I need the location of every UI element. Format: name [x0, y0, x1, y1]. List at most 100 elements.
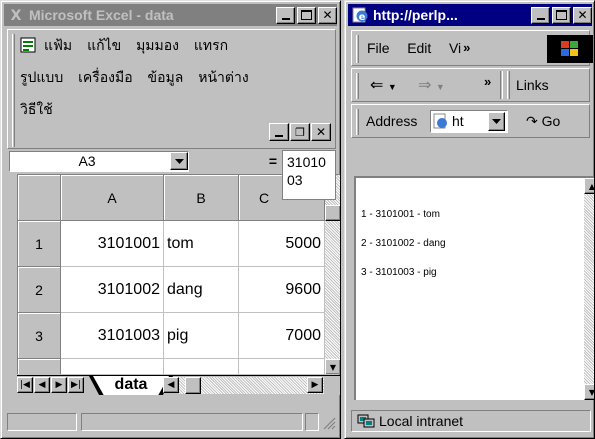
- hscroll-right-button[interactable]: ▶: [307, 377, 323, 393]
- next-sheet-button[interactable]: ▶: [51, 377, 67, 393]
- restore-icon: ❐: [295, 125, 305, 139]
- arrow-right-icon: ▶: [311, 380, 319, 390]
- column-header-b[interactable]: B: [164, 175, 239, 221]
- workbook-close-button[interactable]: ✕: [311, 123, 331, 141]
- minimize-icon: [275, 135, 283, 137]
- forward-button[interactable]: ⇒ ▼: [418, 75, 445, 95]
- cell-b3[interactable]: pig: [164, 313, 239, 359]
- vertical-scrollbar[interactable]: ▲ ▼: [584, 178, 594, 400]
- workbook-minimize-button[interactable]: [269, 123, 289, 141]
- cell-a1[interactable]: 3101001: [61, 221, 164, 267]
- browser-menubar: File Edit Vi»: [351, 30, 593, 66]
- back-button[interactable]: ⇐ ▼: [370, 75, 397, 95]
- workbook-window-controls: ❐ ✕: [268, 123, 331, 141]
- name-box[interactable]: A3: [9, 151, 189, 172]
- addressbar-grip[interactable]: [356, 109, 359, 135]
- address-input[interactable]: ht: [452, 113, 464, 129]
- address-label: Address: [366, 113, 418, 129]
- windows-logo-icon: [547, 35, 593, 63]
- menu-help[interactable]: วิธีใช้: [20, 101, 53, 117]
- ie-page-icon[interactable]: e: [351, 7, 369, 23]
- arrow-left-icon: ◀: [38, 380, 46, 390]
- menu-edit[interactable]: แก้ไข: [87, 37, 121, 53]
- menu-file[interactable]: File: [367, 40, 390, 56]
- menu-tools[interactable]: เครื่องมือ: [78, 69, 133, 85]
- menu-file[interactable]: แฟ้ม: [44, 37, 72, 53]
- scroll-down-button[interactable]: ▼: [584, 384, 594, 400]
- toolbar-grip[interactable]: [356, 73, 359, 99]
- sheet-tab-data[interactable]: data: [93, 376, 169, 395]
- workbook-restore-button[interactable]: ❐: [290, 123, 310, 141]
- minimize-icon: [281, 18, 290, 20]
- scroll-down-button[interactable]: ▼: [325, 359, 340, 374]
- chevron-down-icon: [492, 119, 501, 124]
- menu-insert[interactable]: แทรก: [194, 37, 228, 53]
- arrow-left-icon: ◀: [167, 380, 175, 390]
- column-header-a[interactable]: A: [61, 175, 164, 221]
- menu-format[interactable]: รูปแบบ: [20, 69, 63, 85]
- cell-c2[interactable]: 9600: [239, 267, 325, 313]
- browser-titlebar[interactable]: e http://perlp... ✕: [348, 4, 592, 26]
- menubar-grip[interactable]: [356, 35, 359, 63]
- workbook-icon[interactable]: [20, 37, 38, 54]
- first-icon: |◀: [20, 380, 30, 390]
- cell-b1[interactable]: tom: [164, 221, 239, 267]
- last-icon: ▶|: [71, 380, 81, 390]
- scroll-thumb[interactable]: [325, 205, 340, 221]
- cell-c1[interactable]: 5000: [239, 221, 325, 267]
- row-header[interactable]: 2: [18, 267, 61, 313]
- name-box-dropdown[interactable]: [170, 152, 188, 170]
- cell-c3[interactable]: 7000: [239, 313, 325, 359]
- browser-menu-items: File Edit Vi»: [367, 40, 470, 56]
- maximize-icon: [556, 10, 567, 20]
- minimize-button[interactable]: [276, 6, 295, 24]
- minimize-button[interactable]: [531, 6, 550, 24]
- cell[interactable]: [239, 359, 325, 374]
- formula-equals-button[interactable]: =: [264, 152, 282, 171]
- excel-titlebar[interactable]: X Microsoft Excel - data ✕: [4, 4, 337, 26]
- links-button[interactable]: Links: [516, 77, 549, 93]
- hscroll-left-button[interactable]: ◀: [163, 377, 179, 393]
- status-pane: [81, 413, 303, 431]
- maximize-button[interactable]: [297, 6, 316, 24]
- last-sheet-button[interactable]: ▶|: [68, 377, 84, 393]
- resize-grip-icon[interactable]: [323, 417, 336, 430]
- menubar-grip[interactable]: [12, 34, 15, 147]
- go-arrow-icon: ↷: [526, 113, 538, 129]
- chevron-down-icon: ▼: [387, 82, 397, 92]
- formula-input[interactable]: 3101003: [282, 150, 336, 200]
- cell-a3[interactable]: 3101003: [61, 313, 164, 359]
- intranet-zone-icon: [357, 414, 375, 428]
- menu-data[interactable]: ข้อมูล: [148, 69, 184, 85]
- menu-edit[interactable]: Edit: [407, 40, 431, 56]
- cell-b2[interactable]: dang: [164, 267, 239, 313]
- horizontal-scrollbar[interactable]: [179, 377, 324, 394]
- row-header[interactable]: 3: [18, 313, 61, 359]
- close-button[interactable]: ✕: [318, 6, 337, 24]
- menu-view[interactable]: Vi: [449, 40, 461, 56]
- vertical-scrollbar[interactable]: ▼: [325, 175, 340, 374]
- select-all-corner[interactable]: [18, 175, 61, 221]
- chevron-more-icon[interactable]: »: [463, 40, 470, 55]
- toolbar-grip[interactable]: [507, 71, 510, 99]
- list-item: 3 - 3101003 - pig: [361, 267, 437, 278]
- row-header[interactable]: [18, 359, 61, 374]
- excel-app-icon[interactable]: X: [7, 7, 25, 23]
- first-sheet-button[interactable]: |◀: [17, 377, 33, 393]
- prev-sheet-button[interactable]: ◀: [34, 377, 50, 393]
- chevron-more-icon[interactable]: »: [484, 74, 491, 89]
- maximize-button[interactable]: [552, 6, 571, 24]
- row-header[interactable]: 1: [18, 221, 61, 267]
- cell-a2[interactable]: 3101002: [61, 267, 164, 313]
- hscroll-thumb[interactable]: [185, 377, 201, 394]
- address-field[interactable]: ht: [430, 110, 508, 133]
- cell[interactable]: [164, 359, 239, 374]
- menu-view[interactable]: มุมมอง: [136, 37, 179, 53]
- close-button[interactable]: ✕: [573, 6, 592, 24]
- scroll-up-button[interactable]: ▲: [584, 178, 594, 194]
- menu-window[interactable]: หน้าต่าง: [198, 69, 248, 85]
- address-dropdown[interactable]: [488, 112, 505, 131]
- go-button[interactable]: ↷ Go: [526, 113, 560, 130]
- cell[interactable]: [61, 359, 164, 374]
- status-pane: [7, 413, 77, 431]
